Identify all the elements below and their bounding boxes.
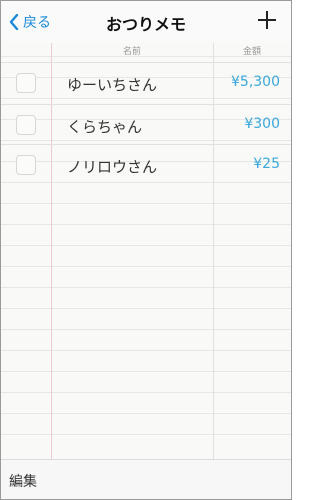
row-amount: ¥300 — [244, 116, 280, 132]
row-checkbox[interactable] — [16, 73, 36, 93]
row-amount: ¥5,300 — [231, 74, 280, 90]
page-title: おつりメモ — [105, 15, 186, 34]
row-name: ノリロウさん — [67, 158, 158, 176]
edit-button[interactable]: 編集 — [9, 471, 37, 491]
navigation-bar: 戻る おつりメモ — [1, 1, 291, 43]
list-item[interactable]: くらちゃん ¥300 — [1, 104, 291, 147]
column-header-name: 名前 — [122, 47, 141, 57]
row-amount: ¥25 — [253, 156, 280, 172]
column-header-amount: 金額 — [242, 47, 261, 57]
memo-list: 名前 金額 ゆーいちさん ¥5,300 くらちゃん ¥300 ノリロウさん ¥2… — [1, 43, 291, 459]
row-checkbox[interactable] — [16, 115, 36, 135]
plus-icon[interactable] — [257, 10, 277, 30]
app-frame: 戻る おつりメモ 名前 金額 ゆーいちさん ¥5,300 くらちゃん ¥300 … — [0, 0, 292, 500]
row-name: くらちゃん — [67, 118, 143, 136]
row-checkbox[interactable] — [16, 155, 36, 175]
list-item[interactable]: ノリロウさん ¥25 — [1, 144, 291, 187]
bottom-toolbar: 編集 — [1, 459, 291, 499]
list-item[interactable]: ゆーいちさん ¥5,300 — [1, 62, 291, 105]
row-name: ゆーいちさん — [67, 76, 158, 94]
